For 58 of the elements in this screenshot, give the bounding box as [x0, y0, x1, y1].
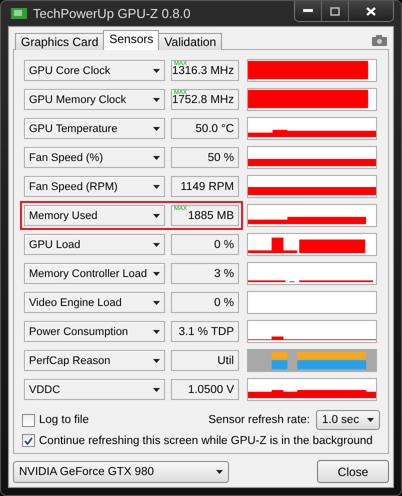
checkbox-label: Continue refreshing this screen while GPU-Z is in the background: [39, 434, 373, 446]
sensor-select[interactable]: Fan Speed (%): [24, 147, 165, 168]
sensor-select[interactable]: GPU Temperature: [24, 118, 165, 139]
minimize-icon: [303, 9, 313, 13]
sensor-value: 1.0500 V: [188, 384, 234, 396]
dropdown-arrow-icon: [153, 214, 160, 218]
dropdown-arrow-icon: [153, 388, 160, 392]
sensor-value: 50 %: [208, 152, 234, 164]
sensor-value: 3.1 % TDP: [178, 326, 234, 338]
close-icon: [366, 6, 376, 16]
sensor-value: 0 %: [214, 296, 234, 308]
dropdown-arrow-icon: [153, 358, 160, 362]
gpu-select[interactable]: NVIDIA GeForce GTX 980: [13, 460, 229, 482]
tab[interactable]: Sensors: [103, 30, 160, 50]
sensor-select[interactable]: Power Consumption: [24, 321, 165, 342]
dropdown-arrow-icon: [216, 470, 223, 474]
sensor-select[interactable]: GPU Core Clock: [24, 60, 165, 81]
close-button[interactable]: Close: [317, 460, 389, 483]
refresh-rate-select[interactable]: 1.0 sec: [316, 410, 380, 430]
sensor-value: 0 %: [214, 238, 234, 250]
maximize-icon: [330, 6, 340, 16]
sensor-value: 1149 RPM: [180, 180, 234, 192]
dropdown-arrow-icon: [153, 242, 160, 246]
sensor-select[interactable]: Video Engine Load: [24, 292, 165, 313]
dropdown-arrow-icon: [153, 126, 160, 130]
dropdown-arrow-icon: [367, 418, 374, 422]
sensor-value: 50.0 °C: [196, 122, 234, 134]
dropdown-arrow-icon: [153, 184, 160, 188]
sensor-select[interactable]: Memory Used: [24, 205, 165, 226]
sensor-value: 1885 MB: [188, 210, 234, 222]
sensor-select[interactable]: VDDC: [24, 379, 165, 400]
dropdown-arrow-icon: [153, 98, 160, 102]
dropdown-arrow-icon: [153, 156, 160, 160]
dropdown-arrow-icon: [153, 68, 160, 72]
sensor-value: 1752.8 MHz: [172, 94, 234, 106]
sensor-select[interactable]: GPU Load: [24, 234, 165, 255]
sensor-value: 3 %: [214, 268, 234, 280]
sensor-value: Util: [217, 354, 234, 366]
sensor-value: 1316.3 MHz: [172, 64, 234, 76]
maximize-button[interactable]: [321, 1, 348, 21]
dropdown-arrow-icon: [153, 330, 160, 334]
checkbox[interactable]: [22, 414, 35, 426]
minimize-button[interactable]: [295, 1, 321, 21]
tab[interactable]: Graphics Card: [15, 33, 104, 50]
sensor-select[interactable]: GPU Memory Clock: [24, 89, 165, 110]
tab[interactable]: Validation: [158, 33, 222, 50]
window-close-button[interactable]: [348, 1, 393, 21]
checkbox[interactable]: [22, 434, 35, 447]
refresh-rate-label: Sensor refresh rate:: [208, 414, 310, 426]
camera-icon[interactable]: [372, 35, 387, 46]
sensor-select[interactable]: Memory Controller Load: [24, 263, 165, 284]
dropdown-arrow-icon: [153, 272, 160, 276]
dropdown-arrow-icon: [153, 300, 160, 304]
app-icon: [11, 7, 27, 20]
window-title: TechPowerUp GPU-Z 0.8.0: [33, 6, 192, 21]
sensor-select[interactable]: Fan Speed (RPM): [24, 176, 165, 197]
sensor-select[interactable]: PerfCap Reason: [24, 350, 165, 371]
checkbox-label: Log to file: [39, 414, 89, 426]
